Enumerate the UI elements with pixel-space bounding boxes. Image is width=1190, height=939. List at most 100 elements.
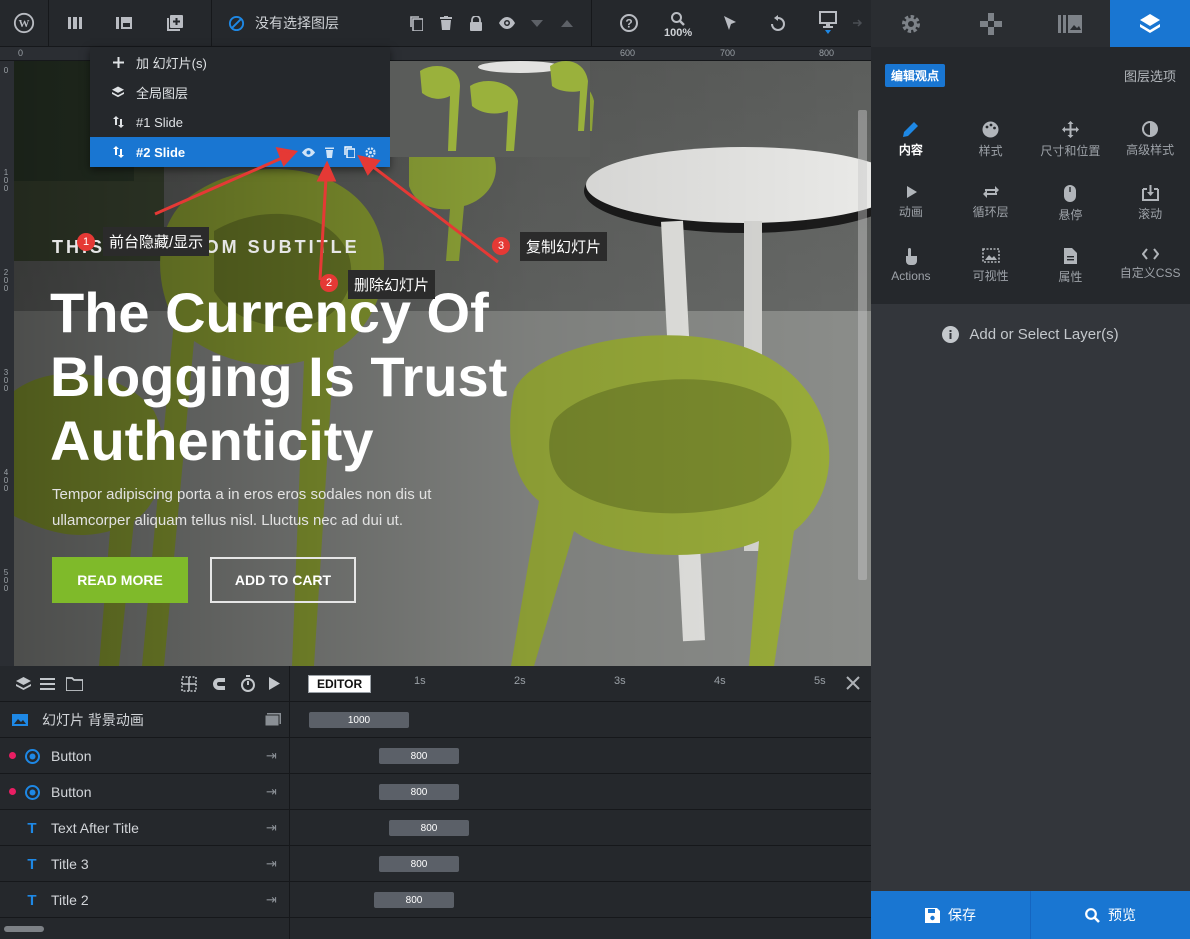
animation-bar[interactable]: 800 — [379, 856, 459, 872]
magnet-icon[interactable] — [211, 676, 227, 692]
palette-icon — [982, 121, 999, 138]
ruler-vertical: 0 100 200 300 400 500 — [0, 61, 14, 666]
timeline-panel: EDITOR 1s 2s 3s 4s 5s 幻灯片 背景动画 1000 Butt… — [0, 666, 871, 939]
timeline-row[interactable]: T Title 2 ⇥ 800 — [0, 882, 871, 918]
panel-tabs — [871, 0, 1190, 47]
slide-description[interactable]: Tempor adipiscing porta a in eros eros s… — [52, 482, 482, 534]
grid-item-label: 动画 — [898, 204, 923, 219]
list-icon[interactable] — [40, 678, 55, 690]
global-layers-item[interactable]: 全局图层 — [90, 77, 390, 107]
desktop-device-icon[interactable] — [814, 0, 842, 46]
scroll-icon — [1141, 184, 1159, 201]
add-layer-icon[interactable] — [156, 0, 194, 46]
animation-bar[interactable]: 800 — [389, 820, 469, 836]
timeline-row[interactable]: T Text After Title ⇥ 800 — [0, 810, 871, 846]
tab-layer-options[interactable] — [1110, 0, 1190, 47]
grid-item-scroll[interactable]: 滚动 — [1110, 184, 1190, 232]
slide-title[interactable]: The Currency Of Blogging Is Trust Authen… — [50, 281, 570, 473]
preview-button[interactable]: 预览 — [1030, 891, 1190, 939]
grid-item-actions[interactable]: Actions — [871, 248, 951, 295]
layer-name: 幻灯片 背景动画 — [42, 711, 144, 728]
layer-options-link[interactable]: 图层选项 — [1124, 66, 1176, 85]
gear-icon — [900, 13, 922, 35]
canvas-scrollbar[interactable] — [858, 110, 867, 580]
read-more-button[interactable]: READ MORE — [52, 557, 188, 603]
slide-settings-icon[interactable] — [365, 146, 376, 158]
slider-settings-icon[interactable] — [56, 0, 94, 46]
folder-icon[interactable] — [66, 677, 83, 691]
animation-bar[interactable]: 800 — [379, 748, 459, 764]
lock-icon[interactable] — [464, 0, 488, 46]
grid-item-size-position[interactable]: 尺寸和位置 — [1031, 121, 1111, 168]
align-right-icon: ⇥ — [266, 784, 277, 799]
slide-delete-icon[interactable] — [325, 147, 334, 158]
editor-mode-tag[interactable]: EDITOR — [308, 675, 372, 693]
edit-view-pill[interactable]: 编辑观点 — [885, 63, 946, 87]
timeline-row[interactable]: Button ⇥ 800 — [0, 738, 871, 774]
sort-icon — [112, 146, 124, 158]
save-icon — [925, 907, 940, 923]
contrast-icon — [1142, 121, 1159, 137]
tab-general-settings[interactable] — [871, 0, 951, 47]
layer-name: Button — [51, 783, 92, 800]
grid-item-label: 样式 — [978, 144, 1003, 158]
grid-item-hover[interactable]: 悬停 — [1031, 184, 1111, 232]
sort-icon — [112, 116, 124, 128]
add-slide-item[interactable]: 加 幻灯片(s) — [90, 47, 390, 77]
undo-icon[interactable] — [764, 0, 792, 46]
grid-item-advanced-style[interactable]: 高级样式 — [1110, 121, 1190, 168]
animation-bar[interactable]: 800 — [379, 784, 459, 800]
save-button[interactable]: 保存 — [871, 891, 1030, 939]
layers-icon — [112, 86, 124, 98]
align-right-icon: ⇥ — [266, 856, 277, 871]
grid-item-custom-css[interactable]: 自定义CSS — [1110, 248, 1190, 295]
zoom-level[interactable]: 100% — [664, 27, 692, 39]
grid-item-loop-layer[interactable]: 循环层 — [951, 185, 1031, 232]
move-icon — [1061, 121, 1079, 138]
layer-name: Title 2 — [51, 891, 89, 908]
slide-visibility-icon[interactable] — [302, 147, 315, 157]
grid-snap-icon[interactable] — [181, 676, 197, 692]
slides-icon[interactable] — [105, 0, 143, 46]
slide-item-1[interactable]: #1 Slide — [90, 107, 390, 137]
grid-item-attributes[interactable]: 属性 — [1031, 248, 1111, 295]
pointer-icon[interactable] — [716, 0, 744, 46]
ruler-tick: 0 — [18, 48, 24, 58]
slide-duplicate-icon[interactable] — [344, 146, 355, 158]
animation-bar[interactable]: 1000 — [309, 712, 409, 728]
tab-navigation[interactable] — [951, 0, 1031, 47]
grid-item-style[interactable]: 样式 — [951, 121, 1031, 168]
text-icon: T — [27, 855, 37, 873]
timeline-second: 2s — [514, 675, 526, 687]
grid-item-label: 自定义CSS — [1119, 266, 1181, 281]
grid-item-label: 悬停 — [1058, 207, 1083, 222]
grid-item-animation[interactable]: 动画 — [871, 185, 951, 232]
timeline-row[interactable]: Button ⇥ 800 — [0, 774, 871, 810]
play-icon[interactable] — [269, 677, 280, 690]
timeline-scrollbar[interactable] — [4, 926, 44, 932]
wordpress-icon[interactable]: W — [0, 0, 48, 46]
grid-item-visibility[interactable]: 可视性 — [951, 248, 1031, 295]
delete-icon[interactable] — [434, 0, 458, 46]
annotation-3-label: 复制幻灯片 — [520, 232, 608, 261]
timeline-row[interactable]: 幻灯片 背景动画 1000 — [0, 702, 871, 738]
layers-icon[interactable] — [16, 677, 31, 691]
close-icon[interactable] — [846, 676, 860, 690]
slide-item-2[interactable]: #2 Slide — [90, 137, 390, 167]
tab-slide-options[interactable] — [1031, 0, 1111, 47]
ruler-tick: 300 — [3, 368, 9, 393]
copy-icon[interactable] — [404, 0, 428, 46]
more-devices-icon[interactable] — [848, 0, 868, 46]
grid-item-content[interactable]: 内容 — [871, 121, 951, 168]
status-dot — [9, 752, 16, 759]
timer-icon[interactable] — [240, 675, 256, 692]
move-up-icon[interactable] — [556, 0, 578, 46]
visibility-icon[interactable] — [494, 0, 520, 46]
image-icon — [12, 712, 28, 728]
animation-bar[interactable]: 800 — [374, 892, 454, 908]
search-icon — [1085, 907, 1100, 923]
add-to-cart-button[interactable]: ADD TO CART — [210, 557, 356, 603]
move-down-icon[interactable] — [526, 0, 548, 46]
timeline-row[interactable]: T Title 3 ⇥ 800 — [0, 846, 871, 882]
help-icon[interactable]: ? — [614, 0, 644, 46]
